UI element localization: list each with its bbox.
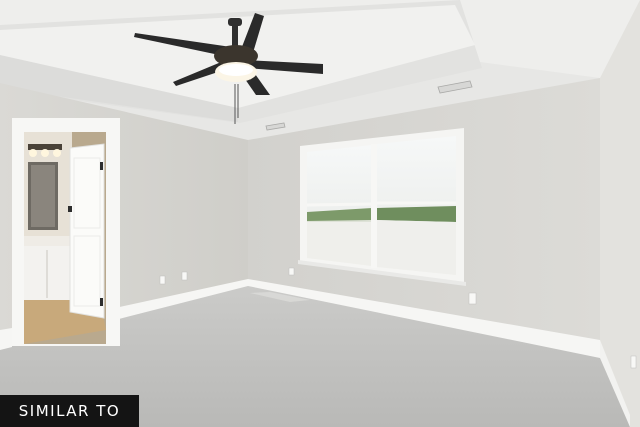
door-icon[interactable] bbox=[68, 143, 105, 319]
similar-to-badge: SIMILAR TO bbox=[0, 395, 139, 427]
window-icon bbox=[298, 128, 466, 286]
badge-label: SIMILAR TO bbox=[18, 402, 121, 420]
room-photo bbox=[0, 0, 640, 427]
